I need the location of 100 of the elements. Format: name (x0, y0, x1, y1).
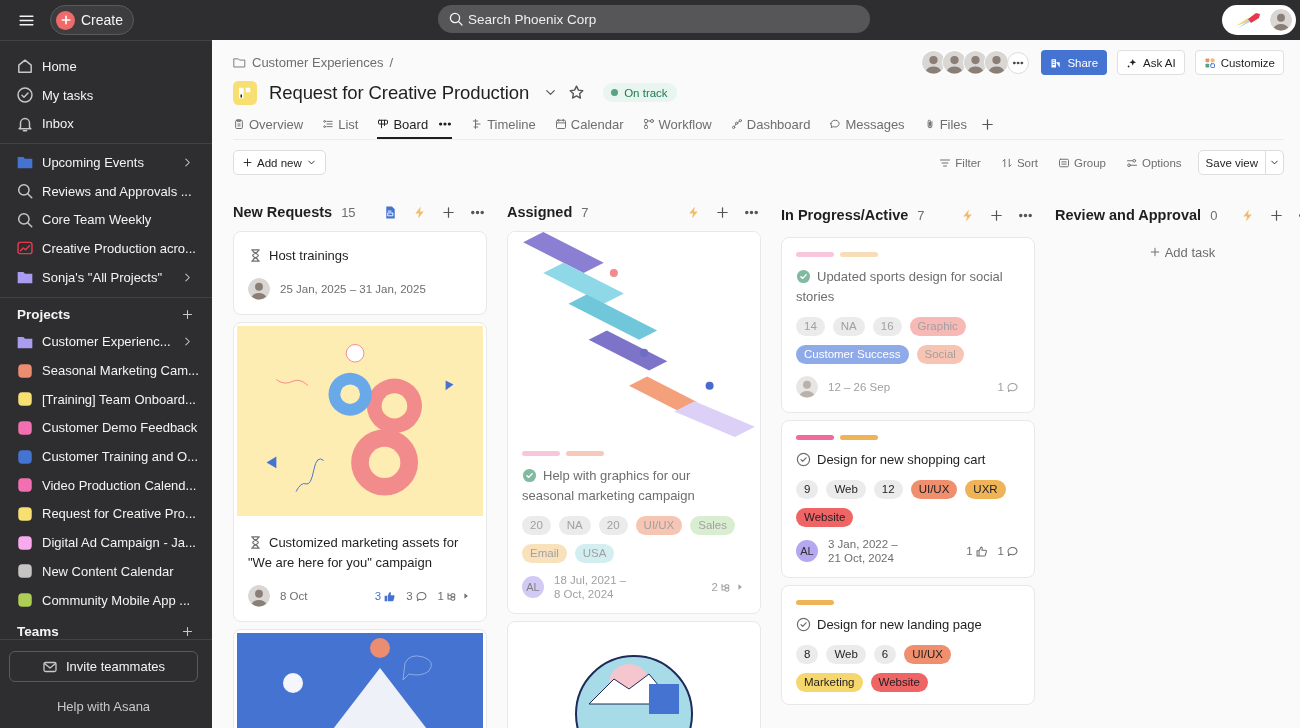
create-button[interactable]: Create (50, 5, 135, 35)
plus-icon[interactable] (1269, 207, 1285, 223)
clipboard-icon (233, 118, 245, 130)
tab[interactable]: Board (377, 109, 453, 139)
task-card[interactable]: Design for new shopping cart 9 Web 12 UI/UX UXR Website AL 3 Jan, 2022 – 21 Oct, 2024 1 1 (781, 420, 1035, 578)
calendar-icon (554, 118, 567, 130)
subtask-count[interactable]: 1 (437, 589, 471, 603)
sidebar-item[interactable]: Reviews and Approvals ... (0, 176, 212, 206)
sidebar-item[interactable]: Customer Experienc... (0, 327, 212, 357)
sidebar-item[interactable]: [Training] Team Onboard... (0, 384, 212, 414)
avatar[interactable] (248, 585, 270, 607)
thumbs-up-icon (974, 544, 988, 558)
tab[interactable]: List (322, 109, 359, 139)
plus-icon[interactable] (181, 308, 194, 321)
task-card[interactable]: Updated sports design for social stories 14 NA 16 Graphic Customer Success Social 12 – 26 Sep 1 (781, 237, 1035, 413)
tag: 20 (522, 516, 551, 535)
like-count[interactable]: 1 (966, 544, 988, 558)
sidebar-item[interactable]: Seasonal Marketing Cam... (0, 356, 212, 385)
tab[interactable]: Overview (233, 109, 304, 139)
tab[interactable]: Messages (829, 109, 905, 139)
like-count[interactable]: 3 (374, 589, 397, 603)
task-card[interactable]: Design for new landing page 8 Web 6 UI/UX Marketing Website (781, 585, 1035, 705)
comment-icon (1006, 380, 1019, 394)
invite-button[interactable]: Invite teammates (9, 651, 198, 682)
add-task-button[interactable]: Add task (1055, 237, 1300, 267)
add-tab-icon[interactable] (980, 116, 996, 132)
toolbar-button[interactable]: Options (1119, 150, 1188, 175)
sidebar-item[interactable]: Community Mobile App ... (0, 585, 212, 615)
sidebar-item[interactable]: Inbox (0, 109, 212, 139)
plus-icon[interactable] (441, 204, 456, 220)
hourglass-icon[interactable] (248, 535, 263, 550)
avatar[interactable] (1270, 9, 1292, 31)
tab[interactable]: Files (923, 109, 968, 139)
toolbar-button[interactable]: Sort (994, 150, 1044, 175)
plus-icon[interactable] (715, 204, 730, 220)
task-card[interactable]: Host trainings 25 Jan, 2025 – 31 Jan, 2025 (233, 231, 487, 315)
column-title: In Progress/Active (781, 207, 909, 223)
sidebar-item[interactable]: Sonja's "All Projects" (0, 262, 212, 292)
check-circle-icon[interactable] (796, 269, 811, 284)
avatar[interactable]: AL (796, 540, 818, 562)
tab[interactable]: Calendar (554, 109, 624, 139)
plus-icon[interactable] (181, 624, 194, 638)
search-field[interactable]: Search Phoenix Corp (438, 5, 870, 33)
due-date: 12 – 26 Sep (828, 380, 891, 394)
toolbar-button[interactable]: Group (1051, 150, 1112, 175)
add-new-button[interactable]: Add new (233, 150, 326, 175)
tag: UI/UX (910, 480, 958, 499)
filter-icon (939, 156, 952, 169)
sidebar-item[interactable]: Home (0, 52, 212, 81)
tag: UXR (965, 480, 1006, 499)
sidebar-item[interactable]: Request for Creative Pro... (0, 499, 212, 529)
tag: 6 (873, 645, 897, 664)
breadcrumb-link[interactable]: Customer Experiences (252, 55, 384, 70)
comment-count[interactable]: 1 (997, 544, 1019, 558)
list-icon (322, 118, 335, 130)
account-pill[interactable] (1222, 5, 1296, 35)
tag: Website (796, 508, 854, 527)
task-title: Updated sports design for social stories (796, 268, 1004, 306)
check-circle-icon[interactable] (522, 468, 537, 483)
comment-count[interactable]: 3 (406, 589, 428, 603)
sidebar-item[interactable]: Creative Production acro... (0, 234, 212, 263)
sidebar-item[interactable]: Customer Demo Feedback (0, 413, 212, 443)
more-icon[interactable] (1007, 51, 1030, 74)
check-circle-icon[interactable] (796, 452, 811, 467)
task-card[interactable] (507, 621, 761, 728)
tab[interactable]: Dashboard (730, 109, 811, 139)
sidebar-item[interactable]: Upcoming Events (0, 148, 212, 177)
task-card[interactable]: Customized marketing assets for "We are here for you" campaign 8 Oct 3 3 1 (233, 322, 487, 622)
star-icon[interactable] (568, 84, 586, 101)
tag: Website (870, 673, 928, 692)
tab[interactable]: Workflow (642, 109, 712, 139)
customize-button[interactable]: Customize (1194, 50, 1284, 75)
tag: Graphic (909, 317, 966, 336)
tag: Email (522, 544, 567, 563)
sidebar-item[interactable]: Customer Training and O... (0, 442, 212, 471)
sidebar-item[interactable]: Video Production Calend... (0, 470, 212, 500)
sidebar-item[interactable]: My tasks (0, 80, 212, 110)
toolbar-button[interactable]: Filter (933, 150, 987, 175)
tag: 14 (796, 317, 825, 336)
sidebar-item[interactable]: New Content Calendar (0, 557, 212, 586)
sidebar-item[interactable]: Digital Ad Campaign - Ja... (0, 528, 212, 557)
avatar[interactable] (248, 278, 270, 300)
tab[interactable]: Timeline (471, 109, 536, 139)
hourglass-icon[interactable] (248, 248, 263, 263)
help-link[interactable]: Help with Asana (56, 699, 151, 716)
share-button[interactable]: Share (1041, 50, 1108, 75)
plus-icon[interactable] (989, 207, 1004, 223)
avatar[interactable] (984, 50, 1010, 75)
thumbs-up-icon (383, 589, 397, 603)
due-date: 8 Oct (280, 589, 308, 603)
task-card[interactable]: Help with graphics for our seasonal marketing campaign 20 NA 20 UI/UX Sales Email USA AL 18 Jul, 2021 – 8 Oct, 2024 2 (507, 231, 761, 614)
form-icon[interactable] (383, 204, 398, 220)
tag: Marketing (796, 673, 863, 692)
ask-ai-button[interactable]: Ask AI (1117, 50, 1185, 75)
tag: UI/UX (904, 645, 951, 664)
column-title: New Requests (233, 204, 333, 220)
task-title: Help with graphics for our seasonal marketing campaign (522, 467, 696, 505)
sidebar-item[interactable]: Core Team Weekly (0, 205, 212, 235)
check-circle-icon[interactable] (796, 617, 811, 632)
status-badge[interactable]: On track (603, 83, 677, 102)
